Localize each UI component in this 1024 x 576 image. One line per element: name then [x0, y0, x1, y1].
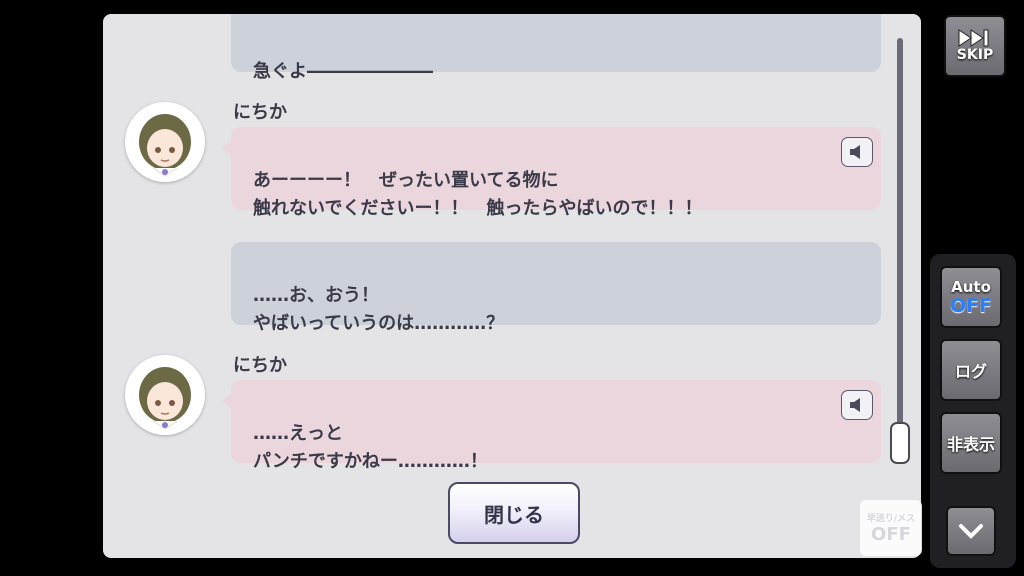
- speaker-name: にちか: [233, 355, 287, 376]
- close-button[interactable]: 閉じる: [448, 482, 580, 544]
- scrollbar-thumb[interactable]: [890, 422, 910, 464]
- watermark-line1: 早送り/メス: [866, 514, 916, 524]
- speaker-name: にちか: [233, 102, 287, 123]
- watermark-line2: OFF: [871, 524, 911, 545]
- voice-replay-button[interactable]: [841, 390, 873, 420]
- chevron-down-icon: [959, 524, 983, 539]
- backlog-panel: 急ぐよ――――――― にちか あーーーー！ ぜったい置いてる物に 触れないでくだ…: [103, 14, 921, 558]
- voice-replay-button[interactable]: [841, 137, 873, 167]
- log-button[interactable]: ログ: [940, 339, 1002, 401]
- npc-line-bubble: ……えっと パンチですかねー…………！: [221, 380, 881, 472]
- auto-button[interactable]: Auto OFF: [940, 266, 1002, 328]
- auto-label: Auto: [951, 277, 991, 296]
- dialogue-text: 急ぐよ―――――――: [253, 61, 433, 82]
- npc-line-bubble: あーーーー！ ぜったい置いてる物に 触れないでくださいー！！ 触ったらやばいので…: [221, 127, 881, 219]
- dialogue-text: あーーーー！ ぜったい置いてる物に 触れないでくださいー！！ 触ったらやばいので…: [253, 170, 703, 219]
- dialogue-text: ……お、おう！ やばいっていうのは…………？: [253, 285, 505, 334]
- side-menu: Auto OFF ログ 非表示: [930, 254, 1016, 568]
- nichika-portrait-icon: [139, 114, 191, 177]
- speaker-icon: [850, 398, 860, 412]
- speaker-icon: [850, 145, 860, 159]
- player-line-bubble: 急ぐよ―――――――: [231, 14, 881, 82]
- scrollbar-track[interactable]: [897, 38, 903, 458]
- nichika-avatar: [125, 102, 205, 182]
- skip-button[interactable]: SKIP: [944, 15, 1006, 77]
- fast-forward-icon: [958, 29, 989, 47]
- dialogue-text: ……えっと パンチですかねー…………！: [253, 423, 488, 472]
- skip-label: SKIP: [956, 47, 994, 63]
- backlog-list[interactable]: 急ぐよ――――――― にちか あーーーー！ ぜったい置いてる物に 触れないでくだ…: [103, 14, 893, 484]
- auto-state: OFF: [949, 294, 993, 317]
- menu-collapse-button[interactable]: [946, 506, 996, 556]
- nichika-portrait-icon: [139, 367, 191, 430]
- log-label: ログ: [954, 362, 987, 381]
- player-line-bubble: ……お、おう！ やばいっていうのは…………？: [231, 242, 881, 334]
- fast-forward-watermark: 早送り/メス OFF: [860, 500, 922, 556]
- hide-label: 非表示: [946, 435, 995, 454]
- hide-ui-button[interactable]: 非表示: [940, 412, 1002, 474]
- nichika-avatar: [125, 355, 205, 435]
